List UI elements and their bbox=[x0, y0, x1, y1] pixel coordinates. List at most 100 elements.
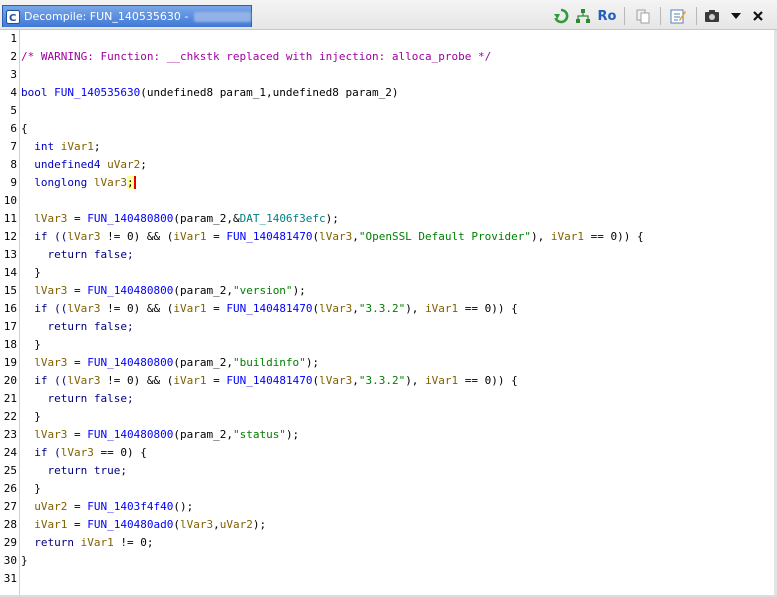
code-line[interactable]: 12 if ((lVar3 != 0) && (iVar1 = FUN_1404… bbox=[0, 228, 777, 246]
code-line[interactable]: 30} bbox=[0, 552, 777, 570]
punct: != 0) && ( bbox=[100, 374, 174, 387]
variable-token[interactable]: uVar2 bbox=[107, 158, 140, 171]
function-call[interactable]: FUN_140481470 bbox=[226, 374, 312, 387]
code-line[interactable]: 5 bbox=[0, 102, 777, 120]
variable-token[interactable]: uVar2 bbox=[34, 500, 67, 513]
punct: ); bbox=[325, 212, 339, 225]
variable-token[interactable]: iVar1 bbox=[81, 536, 114, 549]
punct: = bbox=[206, 230, 227, 243]
code-line[interactable]: 29 return iVar1 != 0; bbox=[0, 534, 777, 552]
string-literal: "3.3.2" bbox=[358, 374, 406, 387]
code-line[interactable]: 11 lVar3 = FUN_140480800(param_2,&DAT_14… bbox=[0, 210, 777, 228]
code-line[interactable]: 4 bool FUN_140535630(undefined8 param_1,u… bbox=[0, 84, 777, 102]
variable-token[interactable]: lVar3 bbox=[319, 230, 352, 243]
function-call[interactable]: FUN_140480ad0 bbox=[87, 518, 173, 531]
code-line[interactable]: 20 if ((lVar3 != 0) && (iVar1 = FUN_1404… bbox=[0, 372, 777, 390]
code-line[interactable]: 21 return false; bbox=[0, 390, 777, 408]
global-token[interactable]: DAT_1406f3efc bbox=[240, 212, 326, 225]
code-editor[interactable]: 1 2 /* WARNING: Function: __chkstk replac… bbox=[0, 30, 777, 597]
code-line[interactable]: 24 if (lVar3 == 0) { bbox=[0, 444, 777, 462]
decompile-tab[interactable]: C Decompile: FUN_140535630 - bbox=[2, 5, 252, 27]
variable-token[interactable]: iVar1 bbox=[173, 374, 206, 387]
code-line[interactable]: 2 /* WARNING: Function: __chkstk replaced… bbox=[0, 48, 777, 66]
punct: ); bbox=[292, 284, 306, 297]
punct: ( bbox=[173, 356, 180, 369]
punct: ; bbox=[140, 158, 147, 171]
code-line[interactable]: 10 bbox=[0, 192, 777, 210]
punct: ); bbox=[252, 518, 267, 531]
read-only-toggle[interactable]: Ro bbox=[596, 7, 618, 25]
keyword-token: if (( bbox=[34, 302, 68, 315]
code-line[interactable]: 25 return true; bbox=[0, 462, 777, 480]
punct: ( bbox=[173, 284, 180, 297]
code-line[interactable]: 15 lVar3 = FUN_140480800(param_2,"versio… bbox=[0, 282, 777, 300]
dropdown-arrow-icon[interactable] bbox=[728, 7, 744, 25]
variable-token[interactable]: lVar3 bbox=[34, 356, 67, 369]
variable-token[interactable]: lVar3 bbox=[67, 230, 100, 243]
close-brace: } bbox=[34, 338, 41, 351]
function-call[interactable]: FUN_140480800 bbox=[87, 284, 173, 297]
punct: = bbox=[206, 302, 227, 315]
variable-token[interactable]: iVar1 bbox=[173, 302, 206, 315]
variable-token[interactable]: iVar1 bbox=[425, 374, 458, 387]
code-line[interactable]: 22 } bbox=[0, 408, 777, 426]
edit-icon[interactable] bbox=[669, 7, 687, 25]
param-token: param_2 bbox=[179, 428, 227, 441]
line-number: 18 bbox=[3, 338, 17, 351]
variable-token[interactable]: iVar1 bbox=[61, 140, 94, 153]
code-line[interactable]: 1 bbox=[0, 30, 777, 48]
variable-token[interactable]: lVar3 bbox=[180, 518, 213, 531]
function-call[interactable]: FUN_140481470 bbox=[226, 302, 312, 315]
toolbar-separator bbox=[624, 7, 625, 25]
function-call[interactable]: FUN_1403f4f40 bbox=[87, 500, 173, 513]
close-icon[interactable] bbox=[750, 7, 766, 25]
code-line[interactable]: 18 } bbox=[0, 336, 777, 354]
function-call[interactable]: FUN_140480800 bbox=[87, 356, 173, 369]
function-call[interactable]: FUN_140481470 bbox=[226, 230, 312, 243]
code-line[interactable]: 3 bbox=[0, 66, 777, 84]
line-number: 1 bbox=[10, 32, 17, 45]
function-call[interactable]: FUN_140480800 bbox=[87, 212, 173, 225]
variable-token[interactable]: lVar3 bbox=[34, 428, 67, 441]
code-line[interactable]: 9 longlong lVar3; bbox=[0, 174, 777, 192]
variable-token[interactable]: lVar3 bbox=[34, 284, 67, 297]
code-line[interactable]: 31 bbox=[0, 570, 777, 588]
code-line[interactable]: 6{ bbox=[0, 120, 777, 138]
camera-icon[interactable] bbox=[703, 7, 721, 25]
code-line[interactable]: 14 } bbox=[0, 264, 777, 282]
line-number: 10 bbox=[3, 194, 17, 207]
code-line[interactable]: 23 lVar3 = FUN_140480800(param_2,"status… bbox=[0, 426, 777, 444]
variable-token[interactable]: lVar3 bbox=[67, 374, 100, 387]
variable-token[interactable]: lVar3 bbox=[61, 446, 94, 459]
variable-token[interactable]: lVar3 bbox=[94, 176, 127, 189]
line-number: 7 bbox=[10, 140, 17, 153]
warning-comment: /* WARNING: Function: __chkstk replaced … bbox=[21, 50, 492, 63]
function-name[interactable]: FUN_140535630 bbox=[54, 86, 140, 99]
variable-token[interactable]: lVar3 bbox=[67, 302, 100, 315]
line-number: 19 bbox=[3, 356, 17, 369]
variable-token[interactable]: lVar3 bbox=[34, 212, 67, 225]
variable-token[interactable]: iVar1 bbox=[34, 518, 67, 531]
copy-icon[interactable] bbox=[634, 7, 652, 25]
code-line[interactable]: 16 if ((lVar3 != 0) && (iVar1 = FUN_1404… bbox=[0, 300, 777, 318]
variable-token[interactable]: lVar3 bbox=[319, 302, 352, 315]
code-line[interactable]: 8 undefined4 uVar2; bbox=[0, 156, 777, 174]
code-line[interactable]: 13 return false; bbox=[0, 246, 777, 264]
string-literal: "buildinfo" bbox=[232, 356, 306, 369]
code-line[interactable]: 26 } bbox=[0, 480, 777, 498]
code-line[interactable]: 19 lVar3 = FUN_140480800(param_2,"buildi… bbox=[0, 354, 777, 372]
line-number: 3 bbox=[10, 68, 17, 81]
variable-token[interactable]: iVar1 bbox=[551, 230, 584, 243]
code-line[interactable]: 7 int iVar1; bbox=[0, 138, 777, 156]
function-graph-icon[interactable] bbox=[574, 7, 592, 25]
variable-token[interactable]: uVar2 bbox=[220, 518, 253, 531]
type-token: int bbox=[34, 140, 55, 153]
function-call[interactable]: FUN_140480800 bbox=[87, 428, 173, 441]
variable-token[interactable]: lVar3 bbox=[319, 374, 352, 387]
variable-token[interactable]: iVar1 bbox=[173, 230, 206, 243]
code-line[interactable]: 28 iVar1 = FUN_140480ad0(lVar3,uVar2); bbox=[0, 516, 777, 534]
code-line[interactable]: 17 return false; bbox=[0, 318, 777, 336]
code-line[interactable]: 27 uVar2 = FUN_1403f4f40(); bbox=[0, 498, 777, 516]
refresh-icon[interactable] bbox=[552, 7, 570, 25]
variable-token[interactable]: iVar1 bbox=[425, 302, 458, 315]
